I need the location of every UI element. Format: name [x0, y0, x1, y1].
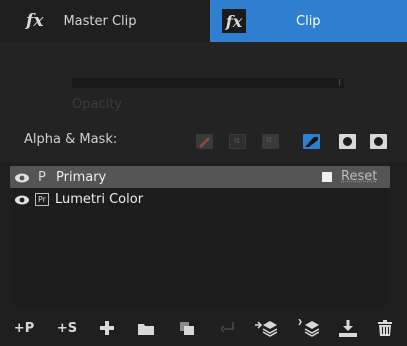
fx-badge-icon: fx: [222, 9, 246, 33]
export-layers-button[interactable]: [296, 319, 320, 337]
trash-icon: [378, 320, 392, 336]
pen-mask-active-icon: [305, 137, 318, 147]
alpha-icon: α: [234, 136, 240, 146]
pen-mask-active-button[interactable]: [303, 134, 320, 149]
bottom-toolbar: +P +S: [0, 310, 407, 346]
add-button[interactable]: [99, 319, 115, 337]
tab-bar: fx Master Clip fx Clip: [0, 0, 407, 42]
tab-clip[interactable]: fx Clip: [210, 0, 407, 42]
folder-button[interactable]: [137, 319, 155, 337]
download-icon: [339, 319, 357, 337]
eye-icon[interactable]: [14, 194, 30, 205]
return-icon: [221, 322, 234, 333]
eye-icon[interactable]: [14, 172, 30, 183]
export-layers-icon: [298, 319, 319, 337]
fx-icon: fx: [26, 11, 44, 31]
alpha-mask-label: Alpha & Mask:: [24, 132, 118, 147]
reset-link[interactable]: Reset: [341, 169, 377, 184]
return-button[interactable]: [220, 319, 236, 337]
duplicate-icon: [180, 321, 194, 335]
circle-mask-button[interactable]: [339, 134, 356, 149]
effect-parameters: Opacity Alpha & Mask: α α: [0, 42, 407, 162]
circle-inverse-button[interactable]: [370, 134, 387, 149]
layer-row-lumetri[interactable]: Pr Lumetri Color: [10, 188, 390, 210]
layer-name-lumetri: Lumetri Color: [55, 191, 144, 207]
duplicate-button[interactable]: [179, 319, 195, 337]
tab-master-clip[interactable]: fx Master Clip: [0, 0, 200, 42]
add-primary-button[interactable]: +P: [14, 319, 34, 337]
layer-row-primary[interactable]: P Primary Reset: [10, 166, 390, 188]
pen-mask-button[interactable]: [196, 134, 213, 149]
layer-list: P Primary Reset Pr Lumetri Color: [10, 166, 390, 310]
alpha-inverse-button[interactable]: α: [262, 134, 279, 149]
circle-mask-icon: [343, 137, 352, 146]
opacity-label: Opacity: [72, 97, 123, 112]
opacity-slider-handle[interactable]: [339, 79, 340, 86]
tab-clip-label: Clip: [296, 13, 321, 29]
download-button[interactable]: [338, 319, 358, 337]
tab-master-clip-label: Master Clip: [63, 13, 137, 29]
trash-button[interactable]: [377, 319, 393, 337]
circle-inverse-icon: [374, 137, 383, 146]
import-layers-button[interactable]: [254, 319, 278, 337]
alpha-button[interactable]: α: [229, 134, 246, 149]
alpha-inverse-icon: α: [266, 135, 272, 145]
folder-icon: [138, 323, 154, 335]
reset-checkbox[interactable]: [322, 172, 332, 182]
primary-badge: P: [38, 169, 46, 185]
premiere-badge: Pr: [35, 192, 49, 206]
add-icon: [100, 321, 114, 335]
add-secondary-button[interactable]: +S: [57, 319, 77, 337]
pen-mask-icon: [199, 137, 210, 148]
import-layers-icon: [255, 321, 277, 337]
layer-name-primary: Primary: [56, 169, 107, 185]
opacity-slider[interactable]: [72, 78, 344, 88]
